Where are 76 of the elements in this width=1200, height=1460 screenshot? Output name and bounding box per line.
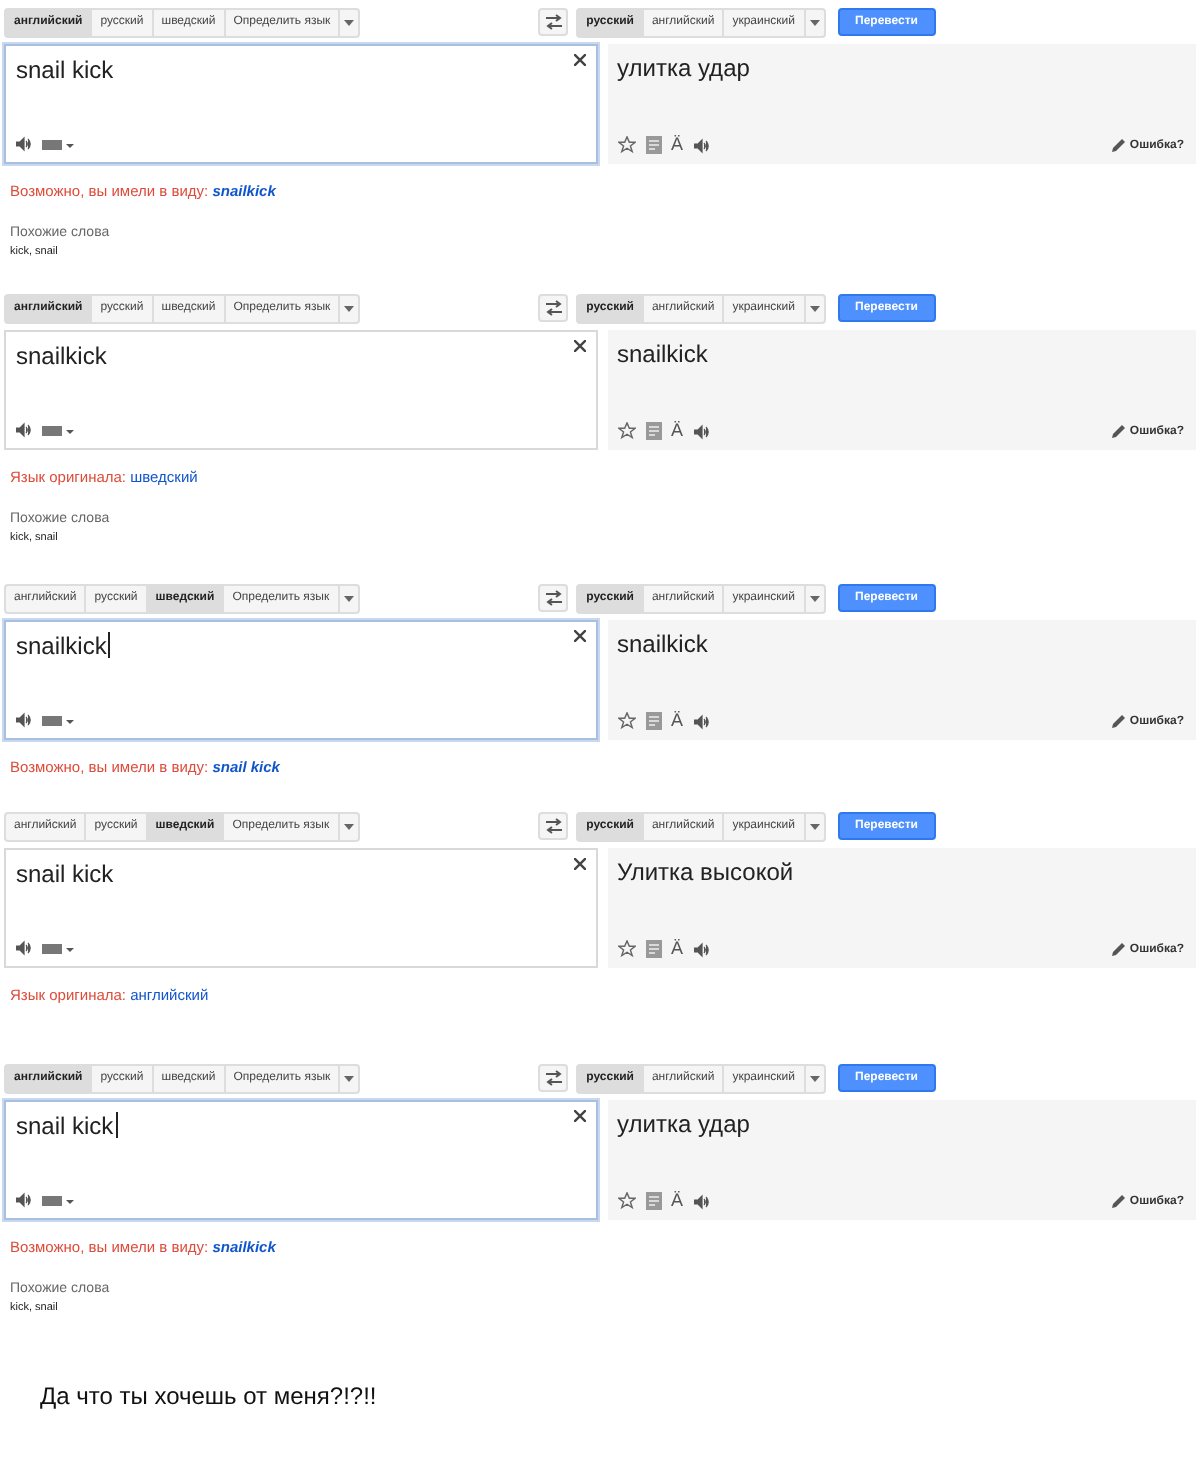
pencil-icon: [1111, 424, 1126, 438]
keyboard-icon[interactable]: [42, 423, 74, 437]
swap-icon: [543, 300, 564, 316]
translation-text: snailkick: [617, 630, 708, 658]
speaker-icon[interactable]: [693, 713, 710, 729]
close-icon[interactable]: [573, 54, 585, 66]
source-text: snail kick: [16, 1112, 114, 1140]
speaker-icon[interactable]: [16, 940, 32, 956]
speaker-icon[interactable]: [693, 1193, 710, 1209]
pencil-icon: [1111, 1194, 1126, 1208]
source-text-field[interactable]: snail kick: [4, 1100, 597, 1220]
swap-languages-button[interactable]: [538, 1064, 569, 1092]
swap-languages-button[interactable]: [538, 294, 569, 322]
close-icon[interactable]: [573, 858, 585, 870]
keyboard-icon[interactable]: [42, 1193, 74, 1207]
swap-icon: [543, 14, 564, 30]
dropdown-caret-icon[interactable]: [809, 1075, 820, 1081]
source-text: snail kick: [16, 56, 114, 84]
speaker-icon[interactable]: [16, 136, 32, 152]
close-icon[interactable]: [573, 1110, 585, 1122]
star-icon[interactable]: [617, 712, 635, 730]
dropdown-caret-icon[interactable]: [343, 823, 354, 829]
transliteration-icon[interactable]: Ä: [671, 422, 684, 440]
star-icon[interactable]: [617, 940, 635, 958]
source-text-field[interactable]: snail kick: [4, 44, 597, 164]
phrasebook-icon[interactable]: [645, 1192, 661, 1210]
translation-text: Улитка высокой: [617, 858, 794, 886]
transliteration-icon[interactable]: Ä: [671, 1192, 684, 1210]
swap-languages-button[interactable]: [538, 584, 569, 612]
star-icon[interactable]: [617, 1192, 635, 1210]
speaker-icon[interactable]: [693, 423, 710, 439]
star-icon[interactable]: [617, 422, 635, 440]
translation-text: улитка удар: [617, 1110, 750, 1138]
swap-icon: [543, 1070, 564, 1086]
swap-icon: [543, 590, 564, 606]
transliteration-icon[interactable]: Ä: [671, 940, 684, 958]
speaker-icon[interactable]: [16, 422, 32, 438]
dropdown-caret-icon[interactable]: [809, 305, 820, 311]
speaker-icon[interactable]: [693, 137, 710, 153]
dropdown-caret-icon[interactable]: [809, 595, 820, 601]
transliteration-icon[interactable]: Ä: [671, 136, 684, 154]
caption-text: Да что ты хочешь от меня?!?!!: [40, 1382, 377, 1410]
speaker-icon[interactable]: [16, 712, 32, 728]
dropdown-caret-icon[interactable]: [344, 1075, 355, 1081]
swap-icon: [543, 818, 564, 834]
pencil-icon: [1111, 942, 1126, 956]
speaker-icon[interactable]: [693, 941, 710, 957]
speaker-icon[interactable]: [16, 1192, 32, 1208]
translation-text: snailkick: [617, 340, 708, 368]
close-icon[interactable]: [573, 340, 585, 352]
pencil-icon: [1111, 138, 1126, 152]
source-text: snailkick: [16, 632, 107, 660]
star-icon[interactable]: [617, 136, 635, 154]
source-text-field[interactable]: snail kick: [4, 848, 597, 968]
swap-languages-button[interactable]: [538, 812, 569, 840]
phrasebook-icon[interactable]: [645, 940, 661, 958]
phrasebook-icon[interactable]: [645, 422, 661, 440]
dropdown-caret-icon[interactable]: [809, 823, 820, 829]
source-text-field[interactable]: snailkick: [4, 330, 597, 450]
source-text: snailkick: [16, 342, 107, 370]
phrasebook-icon[interactable]: [645, 712, 661, 730]
swap-languages-button[interactable]: [538, 8, 569, 36]
source-text-field[interactable]: snailkick: [4, 620, 597, 740]
keyboard-icon[interactable]: [42, 941, 74, 955]
dropdown-caret-icon[interactable]: [344, 19, 355, 25]
source-text: snail kick: [16, 860, 114, 888]
dropdown-caret-icon[interactable]: [343, 595, 354, 601]
close-icon[interactable]: [573, 630, 585, 642]
dropdown-caret-icon[interactable]: [809, 19, 820, 25]
translation-text: улитка удар: [617, 54, 750, 82]
keyboard-icon[interactable]: [42, 713, 74, 727]
transliteration-icon[interactable]: Ä: [671, 712, 684, 730]
phrasebook-icon[interactable]: [645, 136, 661, 154]
dropdown-caret-icon[interactable]: [344, 305, 355, 311]
pencil-icon: [1111, 714, 1126, 728]
keyboard-icon[interactable]: [42, 137, 74, 151]
